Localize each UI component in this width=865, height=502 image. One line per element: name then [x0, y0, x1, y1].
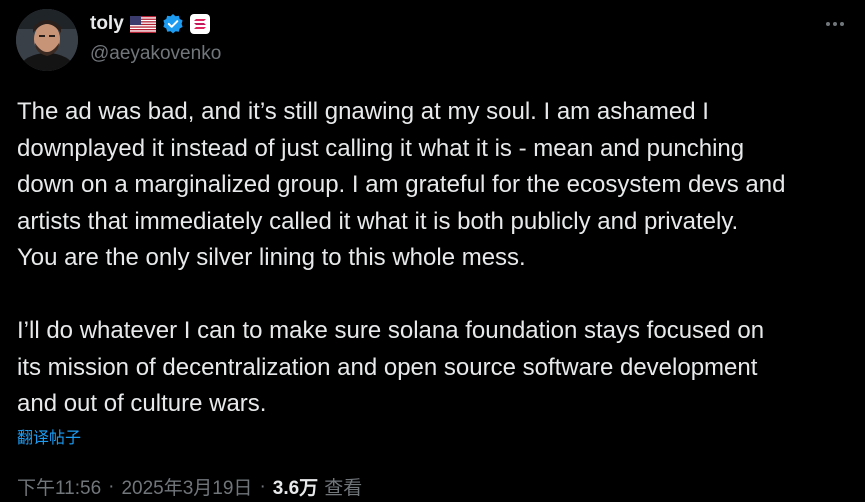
solana-badge-icon[interactable]	[189, 14, 210, 34]
verified-badge-icon[interactable]	[162, 13, 184, 35]
views-label: 查看	[324, 478, 363, 499]
avatar[interactable]	[16, 9, 78, 71]
tweet-text: The ad was bad, and it’s still gnawing a…	[17, 98, 786, 417]
tweet-time[interactable]: 下午11:56	[17, 473, 101, 500]
handle[interactable]: @aeyakovenko	[90, 43, 221, 65]
meta-separator: ·	[108, 475, 115, 497]
views-count: 3.6万	[272, 478, 319, 499]
name-row: toly	[90, 12, 210, 36]
more-options-icon[interactable]	[823, 12, 847, 36]
display-name[interactable]: toly	[90, 13, 124, 35]
translate-post-link[interactable]: 翻译帖子	[17, 424, 81, 448]
tweet-meta: 下午11:56 · 2025年3月19日 · 3.6万 查看	[17, 473, 362, 500]
tweet-date[interactable]: 2025年3月19日	[121, 473, 252, 500]
us-flag-icon	[129, 15, 156, 33]
meta-separator: ·	[259, 475, 266, 497]
